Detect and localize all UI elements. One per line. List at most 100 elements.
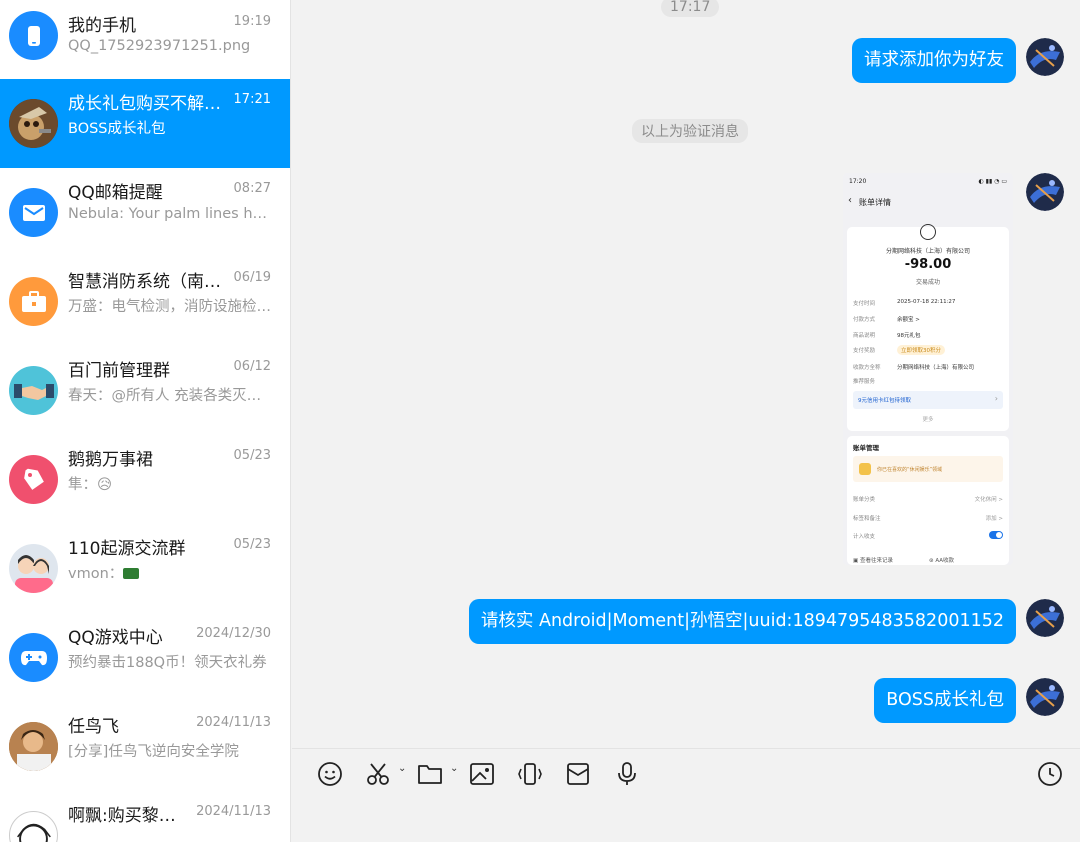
conversation-preview: 万盛：电气检测，消防设施检… xyxy=(68,299,271,315)
shot-row-value: 余额宝 > xyxy=(897,317,920,323)
conversation-time: 05/23 xyxy=(233,448,271,463)
handshake-icon xyxy=(9,366,58,415)
chevron-down-icon[interactable]: ⌄ xyxy=(398,763,406,774)
conversation-item[interactable]: 百门前管理群 06/12 春天：@所有人 充装各类灭… xyxy=(0,346,290,435)
conversation-time: 17:21 xyxy=(233,92,271,107)
timestamp-pill: 17:17 xyxy=(661,0,720,17)
red-packet-icon[interactable] xyxy=(563,759,593,789)
conversation-item[interactable]: 啊飘:购买黎… 2024/11/13 xyxy=(0,791,290,842)
conversation-item[interactable]: 任鸟飞 2024/11/13 [分享]任鸟飞逆向安全学院 xyxy=(0,702,290,791)
tip-emoji-icon xyxy=(859,463,871,475)
self-avatar xyxy=(1026,599,1064,637)
shot-footer-left: ▣ 查看往来记录 xyxy=(853,558,893,564)
conversation-name: 智慧消防系统（南… xyxy=(68,272,221,292)
person-avatar xyxy=(9,722,58,771)
chip-emoji-icon xyxy=(123,568,140,579)
folder-icon[interactable] xyxy=(415,759,445,789)
shot-row-key: 标签和备注 xyxy=(853,516,881,522)
chevron-down-icon[interactable]: ⌄ xyxy=(450,763,458,774)
conversation-time: 06/12 xyxy=(233,359,271,374)
toggle-icon xyxy=(989,531,1003,539)
conversation-preview: BOSS成长礼包 xyxy=(68,121,166,137)
shot-promo: 9元信用卡红包待领取 › xyxy=(853,391,1003,409)
conversation-preview: [分享]任鸟飞逆向安全学院 xyxy=(68,744,239,760)
conversation-item-active[interactable]: 成长礼包购买不解… 17:21 BOSS成长礼包 xyxy=(0,79,290,168)
clock-icon xyxy=(920,224,936,240)
cartoon-avatar xyxy=(9,99,58,148)
briefcase-icon xyxy=(9,277,58,326)
history-clock-icon[interactable] xyxy=(1035,759,1065,789)
message-bubble[interactable]: 请求添加你为好友 xyxy=(852,38,1016,83)
conversation-preview: 预约暴击188Q币！领天衣礼券 xyxy=(68,655,267,671)
shot-row-key: 收款方全称 xyxy=(853,365,881,371)
shot-amount: -98.00 xyxy=(904,257,952,272)
conversation-item[interactable]: 智慧消防系统（南… 06/19 万盛：电气检测，消防设施检… xyxy=(0,257,290,346)
phone-icon xyxy=(9,11,58,60)
shot-row-key: 商品说明 xyxy=(853,333,876,339)
conversation-name: 成长礼包购买不解… xyxy=(68,94,221,114)
shot-merchant: 分期网络科技（上海）有限公司 xyxy=(885,248,970,255)
conversation-preview: vmon： xyxy=(68,562,273,583)
conversation-list: 我的手机 19:19 QQ_1752923971251.png 成长礼包购买不解… xyxy=(0,0,291,842)
conversation-time: 2024/11/13 xyxy=(196,715,271,730)
shot-tip-text: 你已在喜欢的“休闲娱乐”领域 xyxy=(877,467,943,473)
conversation-name: QQ邮箱提醒 xyxy=(68,183,163,203)
message-bubble[interactable]: 请核实 Android|Moment|孙悟空|uuid:189479548358… xyxy=(468,599,1016,644)
conversation-time: 08:27 xyxy=(233,181,271,196)
shake-icon[interactable] xyxy=(515,759,545,789)
shot-row-key: 支付时间 xyxy=(853,301,876,307)
self-avatar xyxy=(1026,38,1064,76)
image-icon[interactable] xyxy=(467,759,497,789)
shot-row-key: 支付奖励 xyxy=(853,348,876,354)
conversation-time: 19:19 xyxy=(233,14,271,29)
shot-row-key: 账单分类 xyxy=(853,497,876,503)
conversation-item[interactable]: 110起源交流群 05/23 vmon： xyxy=(0,524,290,613)
shot-promo-text: 9元信用卡红包待领取 xyxy=(858,398,911,404)
image-message[interactable]: 17:20 ◐ ▮▮ ◔ ▭ ‹ 账单详情 分期网络科技（上海）有限公司 -98… xyxy=(843,173,1013,565)
shot-row-value: 文化休闲 > xyxy=(974,497,1003,503)
shot-status-time: 17:20 xyxy=(849,178,867,185)
chat-messages-area: 17:17 请求添加你为好友 以上为验证消息 17:20 ◐ ▮▮ ◔ ▭ ‹ … xyxy=(292,0,1080,748)
shot-page-title: 账单详情 xyxy=(859,198,891,207)
shot-row-key: 付款方式 xyxy=(853,317,876,323)
self-avatar xyxy=(1026,173,1064,211)
shot-reward-badge: 立即领取30积分 xyxy=(897,345,945,355)
group-people-icon xyxy=(9,544,58,593)
shot-footer-right: ⊛ AA收款 xyxy=(929,558,955,564)
system-notice: 以上为验证消息 xyxy=(632,119,748,143)
conversation-item[interactable]: QQ游戏中心 2024/12/30 预约暴击188Q币！领天衣礼券 xyxy=(0,613,290,702)
conversation-preview: 隼：😥 xyxy=(68,477,113,493)
conversation-item[interactable]: 我的手机 19:19 QQ_1752923971251.png xyxy=(0,0,290,89)
shot-status: 交易成功 xyxy=(915,279,940,286)
shot-bill-card: 分期网络科技（上海）有限公司 -98.00 交易成功 支付时间 2025-07-… xyxy=(847,224,1009,431)
shot-row-value: 添加 > xyxy=(985,516,1003,522)
conversation-name: 鹅鹅万事裙 xyxy=(68,450,153,470)
shot-row-key: 计入收支 xyxy=(853,534,876,540)
shot-section-title: 账单管理 xyxy=(853,444,879,452)
anime-avatar xyxy=(9,811,58,842)
shot-status-icons: ◐ ▮▮ ◔ ▭ xyxy=(978,178,1007,185)
emoji-icon[interactable] xyxy=(315,759,345,789)
shot-more: 更多 xyxy=(922,417,934,423)
conversation-time: 06/19 xyxy=(233,270,271,285)
shot-manage-card: 账单管理 你已在喜欢的“休闲娱乐”领域 账单分类 文化休闲 > 标签和备注 添加… xyxy=(847,436,1009,565)
shot-row-value: 2025-07-18 22:11:27 xyxy=(897,299,956,305)
conversation-name: 百门前管理群 xyxy=(68,361,170,381)
tag-icon xyxy=(9,455,58,504)
message-bubble[interactable]: BOSS成长礼包 xyxy=(874,678,1016,723)
conversation-item[interactable]: QQ邮箱提醒 08:27 Nebula: Your palm lines ha… xyxy=(0,168,290,257)
microphone-icon[interactable] xyxy=(612,759,642,789)
conversation-time: 2024/11/13 xyxy=(196,804,271,819)
conversation-item[interactable]: 鹅鹅万事裙 05/23 隼：😥 xyxy=(0,435,290,524)
back-icon: ‹ xyxy=(848,195,852,206)
message-composer: ⌄ ⌄ xyxy=(292,748,1080,842)
conversation-time: 2024/12/30 xyxy=(196,626,271,641)
shot-row-key: 推荐服务 xyxy=(853,379,876,385)
scissors-icon[interactable] xyxy=(363,759,393,789)
shot-tip: 你已在喜欢的“休闲娱乐”领域 xyxy=(853,456,1003,482)
shot-row-value: 98元礼包 xyxy=(897,333,921,339)
conversation-preview: Nebula: Your palm lines ha… xyxy=(68,206,273,222)
conversation-preview: QQ_1752923971251.png xyxy=(68,38,251,54)
self-avatar xyxy=(1026,678,1064,716)
chevron-right-icon: › xyxy=(994,394,998,403)
